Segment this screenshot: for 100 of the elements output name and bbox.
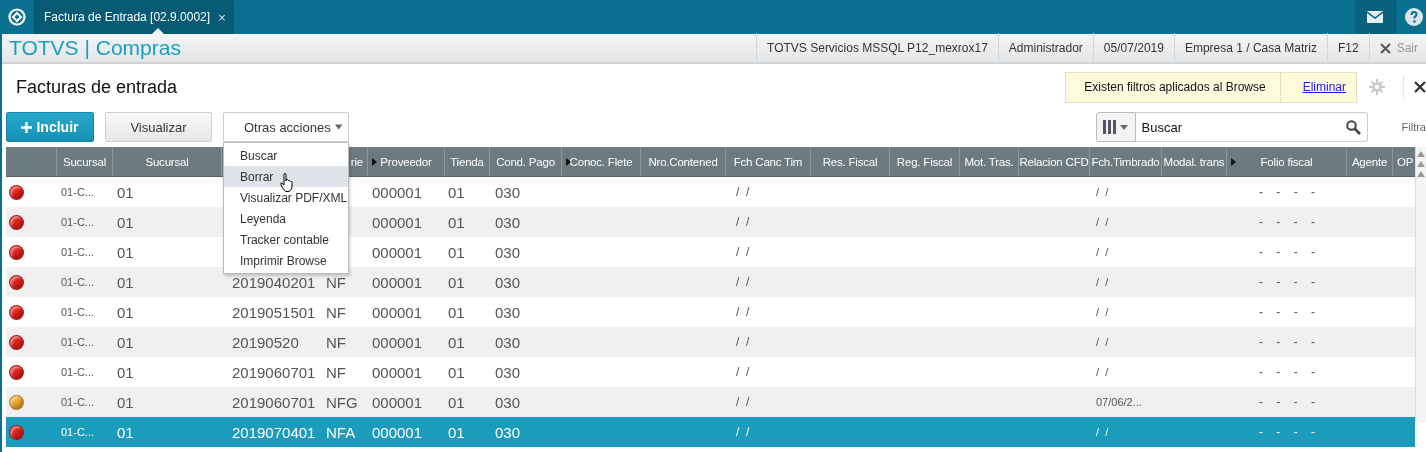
table-cell: - - - -: [1259, 425, 1315, 439]
column-header[interactable]: Res. Fiscal: [811, 147, 890, 176]
table-cell: - - - -: [1259, 275, 1315, 289]
table-cell: 01: [117, 393, 134, 411]
help-icon[interactable]: [1395, 0, 1426, 34]
table-row[interactable]: 01-C... 01 20190520 NF 000001 01 030 / / / / - - - -: [6, 327, 1415, 357]
column-header[interactable]: OP: [1393, 147, 1415, 176]
table-cell: 01: [117, 363, 134, 381]
table-cell: - - - -: [1259, 185, 1315, 199]
table-cell: - - - -: [1259, 305, 1315, 319]
table-cell: 01: [448, 213, 465, 231]
search-field[interactable]: Buscar: [1141, 119, 1346, 135]
remove-filter-link[interactable]: Eliminar: [1280, 80, 1356, 94]
session-info: Empresa 1 / Casa Matriz: [1173, 33, 1327, 63]
column-header[interactable]: Conoc. Flete: [562, 147, 641, 176]
table-cell: NF: [326, 333, 346, 351]
more-actions-dropdown[interactable]: Otras acciones: [223, 112, 349, 142]
table-cell: 2019070401: [232, 423, 316, 441]
menu-item[interactable]: Leyenda: [224, 208, 348, 229]
triangle-icon: [566, 158, 571, 166]
table-cell: 01: [448, 333, 465, 351]
table-cell: / /: [736, 395, 750, 409]
table-cell: 01: [448, 423, 465, 441]
page-title: Facturas de entrada: [15, 76, 178, 98]
table-cell: / /: [736, 275, 750, 289]
column-header[interactable]: Cond. Pago: [490, 147, 562, 176]
table-cell: / /: [1096, 276, 1109, 288]
column-header[interactable]: Proveedor: [368, 147, 445, 176]
column-header[interactable]: Reg. Fiscal: [890, 147, 960, 176]
table-cell: 000001: [372, 213, 423, 231]
table-cell: - - - -: [1259, 245, 1315, 259]
table-cell: 000001: [372, 393, 423, 411]
table-cell: / /: [736, 425, 750, 439]
column-header[interactable]: Sucursal: [113, 147, 222, 176]
table-cell: 2019051501: [232, 303, 316, 321]
session-info: 05/07/2019: [1092, 33, 1174, 63]
menu-item[interactable]: Borrar: [224, 166, 348, 187]
table-cell: 030: [495, 423, 521, 441]
column-header[interactable]: Nro.Contened: [641, 147, 726, 176]
menu-item[interactable]: Imprimir Browse: [224, 250, 348, 271]
table-cell: 01-C...: [61, 276, 94, 288]
column-header[interactable]: Folio fiscal: [1227, 147, 1347, 176]
column-header[interactable]: Sucursal: [57, 147, 113, 176]
table-cell: - - - -: [1259, 365, 1315, 379]
table-cell: 01: [117, 243, 134, 261]
column-header[interactable]: Modal. trans: [1162, 147, 1227, 176]
column-header[interactable]: Tienda: [445, 147, 490, 176]
table-cell: 000001: [372, 333, 423, 351]
table-cell: 2019060701: [232, 363, 316, 381]
table-cell: 030: [495, 333, 521, 351]
table-cell: 030: [495, 213, 521, 231]
search-icon[interactable]: [1345, 119, 1361, 135]
table-cell: 01: [117, 213, 134, 231]
column-header[interactable]: Relacion CFD: [1019, 147, 1090, 176]
table-cell: 01-C...: [61, 216, 94, 228]
table-cell: 01: [117, 273, 134, 291]
column-header[interactable]: Agente: [1347, 147, 1393, 176]
column-chooser-button[interactable]: [1095, 112, 1136, 142]
view-button[interactable]: Visualizar: [105, 112, 212, 142]
table-row[interactable]: 01-C... 01 2019060701 NFG 000001 01 030 / / 07/06/2... - - - -: [6, 387, 1415, 417]
table-cell: 030: [495, 363, 521, 381]
session-info: F12: [1326, 33, 1369, 63]
table-cell: 01: [448, 393, 465, 411]
column-header[interactable]: rie: [320, 147, 368, 176]
table-row[interactable]: 01-C... 01 2019070401 NFA 000001 01 030 / / / / - - - -: [6, 417, 1415, 447]
app-tab[interactable]: Factura de Entrada [02.9.0002] ×: [34, 0, 234, 34]
table-cell: 030: [495, 273, 521, 291]
column-header[interactable]: Fch Canc Tim: [726, 147, 811, 176]
table-cell: / /: [736, 335, 750, 349]
close-icon: [1379, 42, 1391, 54]
include-button[interactable]: Incluir: [6, 112, 94, 142]
table-cell: / /: [736, 215, 750, 229]
table-cell: 01: [448, 303, 465, 321]
table-cell: 01-C...: [61, 336, 94, 348]
menu-item[interactable]: Tracker contable: [224, 229, 348, 250]
table-cell: 000001: [372, 183, 423, 201]
close-icon[interactable]: [1414, 81, 1426, 93]
table-cell: NFA: [326, 423, 356, 441]
table-cell: 000001: [372, 243, 423, 261]
table-cell: NF: [326, 273, 346, 291]
column-header[interactable]: Fch.Timbrado: [1090, 147, 1162, 176]
table-cell: / /: [736, 245, 750, 259]
filter-label[interactable]: Filtra: [1401, 121, 1426, 133]
columns-icon: [1103, 120, 1118, 134]
session-info: TOTVS Servicios MSSQL P12_mexrox17: [756, 33, 998, 63]
mail-icon[interactable]: [1355, 0, 1395, 34]
menu-item[interactable]: Visualizar PDF/XML: [224, 187, 348, 208]
table-row[interactable]: 01-C... 01 2019040201 NF 000001 01 030 / / / / - - - -: [6, 267, 1415, 297]
caret-icon: [1120, 124, 1129, 130]
table-cell: / /: [1096, 216, 1109, 228]
table-cell: / /: [736, 365, 750, 379]
session-info: Administrador: [997, 33, 1093, 63]
table-cell: - - - -: [1259, 395, 1315, 409]
table-cell: 030: [495, 243, 521, 261]
table-cell: 000001: [372, 273, 423, 291]
menu-item[interactable]: Buscar: [224, 145, 348, 166]
search-box[interactable]: Buscar: [1135, 112, 1368, 142]
column-header[interactable]: Mot. Tras.: [960, 147, 1019, 176]
table-cell: 07/06/2...: [1096, 396, 1142, 408]
table-cell: 01: [448, 273, 465, 291]
